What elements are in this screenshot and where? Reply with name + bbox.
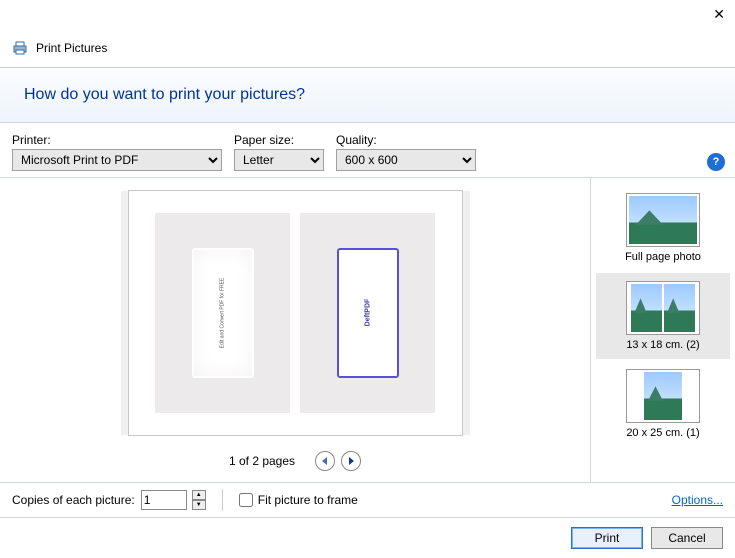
layout-label: Full page photo [625, 251, 701, 263]
print-button[interactable]: Print [571, 527, 643, 549]
instruction-band: How do you want to print your pictures? [0, 68, 735, 123]
printer-select[interactable]: Microsoft Print to PDF [12, 149, 222, 171]
window-title: Print Pictures [36, 41, 107, 55]
pager-text: 1 of 2 pages [229, 454, 295, 468]
copies-up-button[interactable]: ▲ [192, 490, 206, 500]
layout-list[interactable]: Full page photo 13 x 18 cm. (2) 20 x 25 … [590, 178, 735, 482]
printer-label: Printer: [12, 133, 222, 147]
preview-slot-2: DeftPDF [300, 213, 435, 413]
layout-thumb-20x25 [626, 369, 700, 423]
paper-label: Paper size: [234, 133, 324, 147]
close-icon[interactable]: ✕ [713, 6, 725, 23]
copies-down-button[interactable]: ▼ [192, 500, 206, 510]
help-icon[interactable]: ? [707, 153, 725, 171]
paper-select[interactable]: Letter [234, 149, 324, 171]
copies-input[interactable] [141, 490, 187, 510]
copies-bar: Copies of each picture: ▲ ▼ Fit picture … [0, 483, 735, 518]
divider [222, 489, 223, 511]
preview-page: Edit and Convert PDF for FREE DeftPDF [128, 190, 463, 436]
preview-slot-1: Edit and Convert PDF for FREE [155, 213, 290, 413]
fit-frame-checkbox[interactable] [239, 493, 253, 507]
preview-card-2-brand: DeftPDF [364, 299, 371, 327]
quality-select[interactable]: 600 x 600 [336, 149, 476, 171]
layout-thumb-full [626, 193, 700, 247]
preview-card-1-text: Edit and Convert PDF for FREE [220, 277, 226, 348]
instruction-text: How do you want to print your pictures? [24, 86, 305, 104]
printer-icon [12, 40, 28, 56]
layout-label: 20 x 25 cm. (1) [626, 427, 699, 439]
layout-label: 13 x 18 cm. (2) [626, 339, 699, 351]
cancel-button[interactable]: Cancel [651, 527, 723, 549]
fit-frame-label: Fit picture to frame [258, 493, 358, 507]
layout-item-13x18[interactable]: 13 x 18 cm. (2) [596, 273, 730, 359]
quality-label: Quality: [336, 133, 476, 147]
prev-page-button[interactable] [315, 451, 335, 471]
print-settings-row: Printer: Microsoft Print to PDF Paper si… [0, 123, 735, 178]
fit-frame-wrap[interactable]: Fit picture to frame [239, 493, 358, 507]
next-page-button[interactable] [341, 451, 361, 471]
copies-label: Copies of each picture: [12, 493, 135, 507]
preview-pane: Edit and Convert PDF for FREE DeftPDF 1 … [0, 178, 590, 482]
window-header: Print Pictures [0, 28, 735, 68]
layout-thumb-13x18 [626, 281, 700, 335]
dialog-footer: Print Cancel [0, 518, 735, 558]
layout-item-full[interactable]: Full page photo [596, 185, 730, 271]
options-link[interactable]: Options... [672, 493, 723, 507]
layout-item-20x25[interactable]: 20 x 25 cm. (1) [596, 361, 730, 447]
